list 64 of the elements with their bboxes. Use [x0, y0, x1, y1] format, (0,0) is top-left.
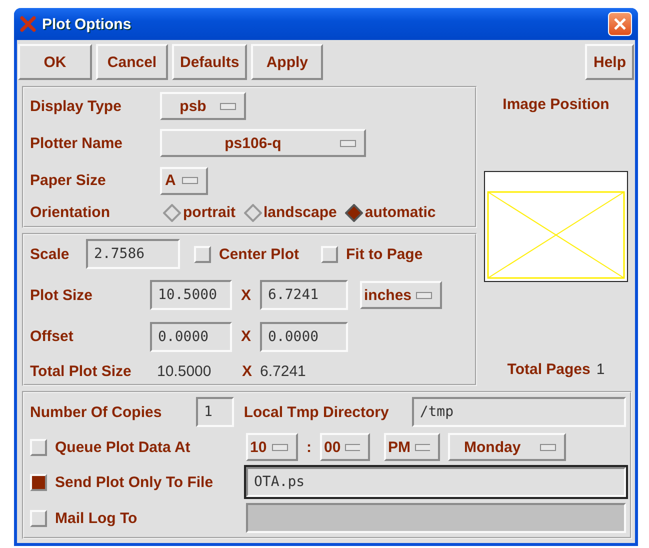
offset-x-field[interactable]: 0.0000	[150, 322, 232, 352]
dropdown-indicator-icon	[272, 444, 288, 450]
times-sign: X	[240, 328, 252, 346]
paper-size-dropdown[interactable]: A	[160, 166, 208, 195]
dropdown-indicator-icon	[220, 102, 236, 110]
field-label: Total Plot Size	[30, 362, 132, 380]
minute-dropdown[interactable]: 00	[320, 433, 370, 461]
field-label: Plotter Name	[30, 134, 124, 152]
checkbox[interactable]	[194, 246, 211, 262]
units-dropdown[interactable]: inches	[360, 281, 442, 310]
toolbar-button[interactable]: Apply	[251, 44, 324, 80]
field-label: Local Tmp Directory	[244, 404, 390, 420]
tmp-directory-field[interactable]: /tmp	[412, 397, 626, 427]
checkbox[interactable]	[321, 246, 338, 262]
window-title: Plot Options	[42, 16, 132, 32]
radio-label[interactable]: landscape	[264, 204, 337, 222]
toolbar-button[interactable]: OK	[18, 44, 92, 80]
am-pm-dropdown[interactable]: PM	[384, 433, 440, 461]
field-label: Plot Size	[30, 286, 94, 304]
dropdown-indicator-icon	[344, 444, 360, 450]
field-label: Number Of Copies	[30, 404, 163, 420]
checkbox[interactable]	[30, 438, 47, 456]
total-pages-value: 1	[596, 361, 605, 378]
toolbar-button[interactable]: Cancel	[96, 44, 168, 80]
section-title: Image Position	[502, 96, 610, 113]
height-field[interactable]: 6.7241	[260, 280, 348, 310]
checkbox-label: Fit to Page	[346, 246, 423, 262]
file-name-field[interactable]: OTA.ps	[246, 467, 626, 497]
display-type-dropdown[interactable]: psb	[160, 92, 246, 120]
checkbox[interactable]	[30, 474, 47, 490]
dropdown-indicator-icon	[416, 292, 432, 299]
total-height-value: 6.7241	[260, 362, 306, 380]
field-label: Scale	[30, 246, 70, 262]
app-x-icon	[20, 16, 36, 32]
total-width-value: 10.5000	[157, 362, 212, 380]
checkbox-label: Center Plot	[219, 246, 300, 262]
dropdown-indicator-icon	[182, 177, 198, 184]
plotter-name-dropdown[interactable]: ps106-q	[160, 129, 366, 158]
checkbox-label: Send Plot Only To File	[55, 474, 214, 490]
field-label: Orientation	[30, 204, 112, 222]
toolbar-button[interactable]: Defaults	[172, 44, 248, 80]
scale-field[interactable]: 2.7586	[86, 239, 180, 269]
offset-y-field[interactable]: 0.0000	[260, 322, 348, 352]
help-button[interactable]: Help	[585, 44, 634, 80]
times-sign: X	[240, 286, 252, 304]
day-dropdown[interactable]: Monday	[448, 433, 566, 461]
dropdown-indicator-icon	[540, 444, 556, 450]
dropdown-indicator-icon	[340, 140, 356, 147]
checkbox-label: Mail Log To	[55, 510, 138, 526]
field-label: Paper Size	[30, 172, 107, 190]
close-icon	[613, 17, 627, 31]
hour-dropdown[interactable]: 10	[246, 433, 298, 461]
checkbox-label: Queue Plot Data At	[55, 438, 190, 456]
total-pages-label: Total Pages	[507, 361, 590, 378]
close-button[interactable]	[608, 12, 632, 36]
radio-label[interactable]: automatic	[364, 204, 436, 222]
radio-label[interactable]: portrait	[183, 204, 236, 222]
times-sign: X	[240, 362, 253, 380]
width-field[interactable]: 10.5000	[150, 280, 232, 310]
dropdown-indicator-icon	[414, 444, 430, 450]
field-label: Offset	[30, 328, 74, 346]
field-label: Display Type	[30, 98, 122, 114]
copies-field[interactable]: 1	[196, 397, 234, 427]
time-colon: :	[306, 438, 312, 456]
